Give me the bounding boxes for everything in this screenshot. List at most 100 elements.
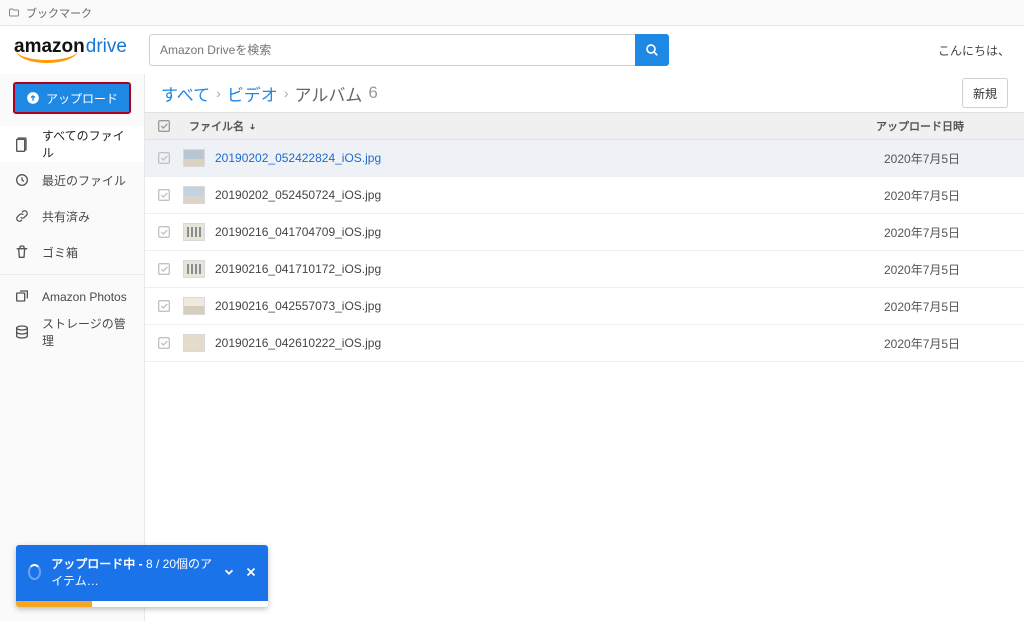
logo-text-drive: drive bbox=[86, 36, 127, 57]
trash-icon bbox=[14, 244, 30, 260]
upload-date: 2020年7月5日 bbox=[884, 224, 1024, 241]
sidebar-item-label: Amazon Photos bbox=[42, 290, 127, 304]
sidebar-item-label: 共有済み bbox=[42, 208, 90, 225]
column-upload-date-label: アップロード日時 bbox=[876, 121, 964, 133]
upload-toast-title-prefix: アップロード中 - bbox=[51, 557, 146, 571]
logo[interactable]: amazondrive bbox=[14, 36, 127, 64]
thumbnail bbox=[183, 223, 205, 241]
sidebar-item-shared[interactable]: 共有済み bbox=[0, 198, 144, 234]
close-icon[interactable] bbox=[244, 565, 258, 579]
upload-date: 2020年7月5日 bbox=[884, 150, 1024, 167]
row-checkbox[interactable] bbox=[145, 187, 183, 203]
sidebar-item-amazon-photos[interactable]: Amazon Photos bbox=[0, 274, 144, 314]
sort-desc-icon bbox=[248, 122, 257, 131]
breadcrumb-current: アルバム bbox=[294, 81, 362, 106]
table-row[interactable]: 20190202_052450724_iOS.jpg2020年7月5日 bbox=[145, 177, 1024, 214]
breadcrumb-sep: › bbox=[284, 85, 289, 101]
clock-icon bbox=[14, 172, 30, 188]
upload-toast-actions bbox=[222, 565, 258, 579]
checkbox-icon bbox=[156, 261, 172, 277]
table-row[interactable]: 20190216_042557073_iOS.jpg 2020年7月5日 bbox=[145, 288, 1024, 325]
table-body: 20190202_052422824_iOS.jpg2020年7月5日20190… bbox=[145, 140, 1024, 362]
upload-progress-bar bbox=[16, 601, 92, 607]
breadcrumb-sep: › bbox=[216, 85, 221, 101]
thumbnail bbox=[183, 149, 205, 167]
column-name-label: ファイル名 bbox=[189, 118, 244, 134]
upload-date: 2020年7月5日 bbox=[884, 298, 1024, 315]
sidebar-item-recent[interactable]: 最近のファイル bbox=[0, 162, 144, 198]
checkbox-icon bbox=[156, 224, 172, 240]
row-checkbox[interactable] bbox=[145, 224, 183, 240]
breadcrumb-root[interactable]: すべて bbox=[161, 81, 210, 106]
file-name[interactable]: 20190202_052450724_iOS.jpg bbox=[215, 188, 381, 202]
select-all-checkbox[interactable] bbox=[145, 118, 183, 134]
upload-date: 2020年7月5日 bbox=[884, 261, 1024, 278]
row-name-cell: 20190216_041704709_iOS.jpg bbox=[183, 223, 884, 241]
sidebar-item-label: ストレージの管理 bbox=[42, 315, 130, 349]
table-row[interactable]: 20190202_052422824_iOS.jpg 2020年7月5日 bbox=[145, 140, 1024, 177]
collapse-icon[interactable] bbox=[222, 565, 236, 579]
breadcrumb: すべて › ビデオ › アルバム 6 新規 bbox=[145, 74, 1024, 112]
upload-toast-header: アップロード中 - 8 / 20個のアイテム… bbox=[16, 545, 268, 601]
thumbnail bbox=[183, 297, 205, 315]
checkbox-icon bbox=[156, 187, 172, 203]
file-name[interactable]: 20190202_052422824_iOS.jpg bbox=[215, 151, 381, 165]
thumbnail bbox=[183, 334, 205, 352]
sidebar-item-all-files[interactable]: すべてのファイル bbox=[0, 126, 144, 162]
upload-toast-title: アップロード中 - 8 / 20個のアイテム… bbox=[51, 555, 212, 589]
file-name[interactable]: 20190216_041704709_iOS.jpg bbox=[215, 225, 381, 239]
thumbnail bbox=[183, 186, 205, 204]
bookmark-label: ブックマーク bbox=[26, 5, 92, 21]
sidebar-nav: すべてのファイル 最近のファイル 共有済み ゴミ箱 Amazon Photos … bbox=[0, 126, 144, 350]
sidebar-item-storage[interactable]: ストレージの管理 bbox=[0, 314, 144, 350]
column-upload-date[interactable]: アップロード日時 bbox=[876, 118, 1016, 134]
file-name[interactable]: 20190216_041710172_iOS.jpg bbox=[215, 262, 381, 276]
spinner-icon bbox=[28, 564, 41, 580]
table-header: ファイル名 アップロード日時 bbox=[145, 112, 1024, 140]
greeting: こんにちは、 bbox=[926, 42, 1010, 59]
folder-icon bbox=[8, 7, 20, 19]
search-icon bbox=[644, 42, 660, 58]
row-checkbox[interactable] bbox=[145, 298, 183, 314]
breadcrumb-videos[interactable]: ビデオ bbox=[227, 81, 278, 106]
table-row[interactable]: 20190216_041704709_iOS.jpg 2020年7月5日 bbox=[145, 214, 1024, 251]
checkbox-icon bbox=[156, 298, 172, 314]
file-name[interactable]: 20190216_042610222_iOS.jpg bbox=[215, 336, 381, 350]
breadcrumb-count: 6 bbox=[368, 83, 377, 103]
row-name-cell: 20190216_041710172_iOS.jpg bbox=[183, 260, 884, 278]
row-name-cell: 20190202_052450724_iOS.jpg bbox=[183, 186, 884, 204]
row-checkbox[interactable] bbox=[145, 261, 183, 277]
search-button[interactable] bbox=[635, 34, 669, 66]
row-name-cell: 20190202_052422824_iOS.jpg bbox=[183, 149, 884, 167]
upload-button[interactable]: アップロード bbox=[15, 84, 129, 112]
sidebar-item-label: ゴミ箱 bbox=[42, 244, 78, 261]
bookmark-bar: ブックマーク bbox=[0, 0, 1024, 26]
link-icon bbox=[14, 208, 30, 224]
row-checkbox[interactable] bbox=[145, 150, 183, 166]
upload-button-highlight: アップロード bbox=[13, 82, 131, 114]
upload-toast: アップロード中 - 8 / 20個のアイテム… bbox=[16, 545, 268, 607]
table-row[interactable]: 20190216_042610222_iOS.jpg 2020年7月5日 bbox=[145, 325, 1024, 362]
upload-button-label: アップロード bbox=[46, 90, 118, 107]
upload-icon bbox=[26, 91, 40, 105]
checkbox-icon bbox=[156, 150, 172, 166]
new-button[interactable]: 新規 bbox=[962, 78, 1008, 108]
checkbox-icon bbox=[156, 335, 172, 351]
search-input[interactable] bbox=[149, 34, 635, 66]
row-name-cell: 20190216_042557073_iOS.jpg bbox=[183, 297, 884, 315]
table-row[interactable]: 20190216_041710172_iOS.jpg 2020年7月5日 bbox=[145, 251, 1024, 288]
upload-date: 2020年7月5日 bbox=[884, 335, 1024, 352]
storage-icon bbox=[14, 324, 30, 340]
sidebar-item-label: 最近のファイル bbox=[42, 172, 126, 189]
sidebar-item-trash[interactable]: ゴミ箱 bbox=[0, 234, 144, 270]
row-checkbox[interactable] bbox=[145, 335, 183, 351]
file-name[interactable]: 20190216_042557073_iOS.jpg bbox=[215, 299, 381, 313]
checkbox-icon bbox=[156, 118, 172, 134]
external-icon bbox=[14, 289, 30, 305]
logo-text-amazon: amazon bbox=[14, 36, 85, 57]
sidebar: アップロード すべてのファイル 最近のファイル 共有済み ゴミ箱 Am bbox=[0, 74, 145, 621]
column-name[interactable]: ファイル名 bbox=[183, 118, 876, 134]
row-name-cell: 20190216_042610222_iOS.jpg bbox=[183, 334, 884, 352]
main: すべて › ビデオ › アルバム 6 新規 ファイル名 アップロード日時 201… bbox=[145, 74, 1024, 621]
thumbnail bbox=[183, 260, 205, 278]
